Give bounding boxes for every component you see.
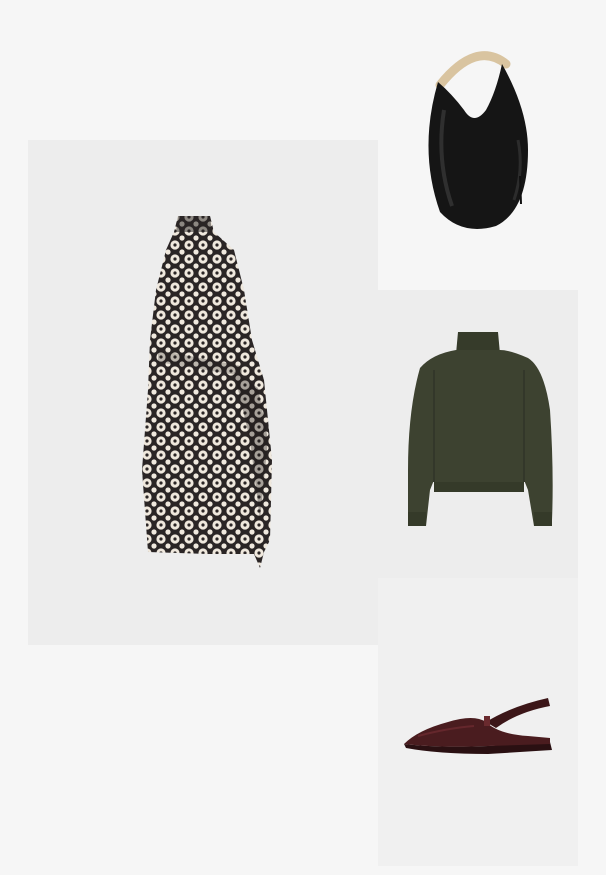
dress-tile[interactable] <box>28 140 378 645</box>
shoe-upper <box>404 718 550 747</box>
sweater-body <box>408 350 553 526</box>
bag-body <box>428 64 528 229</box>
sweater-image <box>408 332 553 526</box>
shoe-image <box>404 698 552 754</box>
shoe-strap <box>486 698 550 728</box>
bag-image <box>428 51 528 229</box>
bag-handle <box>435 51 511 90</box>
shoe-tile[interactable] <box>378 578 578 866</box>
dress-image <box>142 216 272 568</box>
bag-tile[interactable] <box>378 0 606 290</box>
sweater-tile[interactable] <box>378 290 578 578</box>
